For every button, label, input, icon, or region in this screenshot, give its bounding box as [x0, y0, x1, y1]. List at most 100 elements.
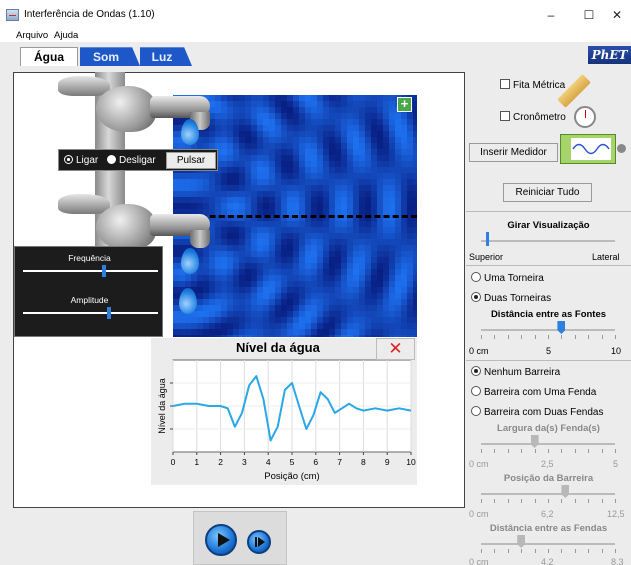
pulse-button[interactable]: Pulsar — [166, 152, 216, 169]
expand-icon[interactable]: + — [397, 97, 412, 112]
graph-close-icon[interactable]: ✕ — [376, 338, 415, 360]
faucet-handle — [58, 76, 110, 96]
radio-one-slit[interactable]: Barreira com Uma Fenda — [471, 386, 596, 399]
menu-ajuda[interactable]: Ajuda — [54, 30, 78, 42]
wave-cell — [413, 245, 417, 251]
wave-cell — [329, 155, 335, 161]
wave-cell — [323, 119, 329, 125]
wave-cell — [233, 317, 239, 323]
wave-cell — [245, 101, 251, 107]
wave-cell — [371, 161, 377, 167]
phet-logo[interactable]: PhET — [588, 46, 631, 64]
wave-cell — [227, 239, 233, 245]
wave-cell — [377, 281, 383, 287]
barrier-position-slider[interactable] — [481, 493, 615, 495]
minimize-button[interactable]: – — [540, 6, 562, 24]
tab-luz[interactable]: Luz — [140, 47, 192, 66]
wave-cell — [251, 239, 257, 245]
wave-cell — [293, 125, 299, 131]
play-icon[interactable] — [205, 524, 237, 556]
radio-ligar[interactable]: Ligar — [64, 154, 98, 167]
wave-cell — [263, 323, 269, 329]
radio-desligar[interactable]: Desligar — [107, 154, 156, 167]
menu-arquivo[interactable]: Arquivo — [16, 30, 48, 42]
wave-cell — [383, 161, 389, 167]
radio-no-barrier[interactable]: Nenhum Barreira — [471, 366, 560, 379]
wave-cell — [305, 287, 311, 293]
wave-cell — [341, 95, 347, 101]
wave-cell — [269, 107, 275, 113]
wave-cell — [311, 287, 317, 293]
wave-cell — [395, 173, 401, 179]
wave-cell — [341, 197, 347, 203]
frequency-thumb[interactable] — [102, 265, 106, 277]
tab-agua[interactable]: Água — [20, 47, 78, 66]
wave-cell — [179, 317, 185, 323]
barrier-position-thumb[interactable] — [561, 485, 570, 498]
slit-width-slider[interactable] — [481, 443, 615, 445]
wave-cell — [401, 239, 407, 245]
wave-cell — [341, 113, 347, 119]
amplitude-slider[interactable] — [23, 312, 158, 314]
wave-cell — [269, 179, 275, 185]
wave-cell — [329, 335, 335, 337]
wave-cell — [323, 317, 329, 323]
amplitude-thumb[interactable] — [107, 307, 112, 319]
source-distance-slider[interactable] — [481, 329, 615, 331]
wave-cell — [347, 137, 353, 143]
step-icon[interactable] — [247, 530, 271, 554]
wave-cell — [299, 95, 305, 101]
slit-width-thumb[interactable] — [530, 435, 539, 448]
stopwatch-checkbox[interactable]: Cronômetro — [500, 111, 566, 124]
slit-distance-thumb[interactable] — [517, 535, 526, 548]
wave-cell — [179, 335, 185, 337]
wave-cell — [281, 257, 287, 263]
faucet-body — [96, 86, 156, 132]
radio-two-slits[interactable]: Barreira com Duas Fendas — [471, 406, 604, 419]
wave-cell — [365, 197, 371, 203]
wave-cell — [239, 263, 245, 269]
wave-cell — [221, 155, 227, 161]
wave-cell — [323, 203, 329, 209]
wave-cell — [221, 311, 227, 317]
wave-cell — [221, 125, 227, 131]
radio-two-sources[interactable]: Duas Torneiras — [471, 292, 551, 305]
wave-cell — [359, 137, 365, 143]
wave-cell — [311, 245, 317, 251]
tab-som[interactable]: Som — [80, 47, 140, 66]
wave-cell — [401, 143, 407, 149]
wave-cell — [275, 119, 281, 125]
rotate-thumb[interactable] — [486, 232, 489, 246]
wave-cell — [251, 227, 257, 233]
slit-distance-slider[interactable] — [481, 543, 615, 545]
source-distance-thumb[interactable] — [557, 321, 566, 334]
wave-cell — [233, 245, 239, 251]
wave-cell — [353, 179, 359, 185]
slider-tick — [507, 335, 509, 339]
reset-all-button[interactable]: Reiniciar Tudo — [503, 183, 592, 202]
slider-tick — [561, 549, 563, 553]
wave-cell — [215, 173, 221, 179]
wave-cell — [365, 119, 371, 125]
wave-cell — [281, 281, 287, 287]
wave-cell — [185, 179, 191, 185]
wave-cell — [287, 131, 293, 137]
insert-probe-button[interactable]: Inserir Medidor — [469, 143, 558, 162]
wave-cell — [383, 149, 389, 155]
wave-cell — [275, 149, 281, 155]
wave-cell — [293, 227, 299, 233]
wave-cell — [335, 263, 341, 269]
wave-cell — [353, 101, 359, 107]
wave-cell — [293, 221, 299, 227]
graph-x-tick-label: 6 — [313, 457, 318, 467]
wave-cell — [287, 335, 293, 337]
maximize-button[interactable]: ☐ — [578, 6, 600, 24]
frequency-slider[interactable] — [23, 270, 158, 272]
water-level-graph: Nível da água 0 1 2 3 4 5 6 7 8 9 10 Posição (cm) Ní… — [151, 338, 417, 485]
close-window-button[interactable]: ✕ — [606, 6, 628, 24]
wave-cell — [407, 281, 413, 287]
tape-measure-checkbox[interactable]: Fita Métrica — [500, 79, 565, 92]
slider-tick — [574, 549, 576, 553]
rotate-slider[interactable] — [481, 240, 615, 242]
radio-one-source[interactable]: Uma Torneira — [471, 272, 544, 285]
